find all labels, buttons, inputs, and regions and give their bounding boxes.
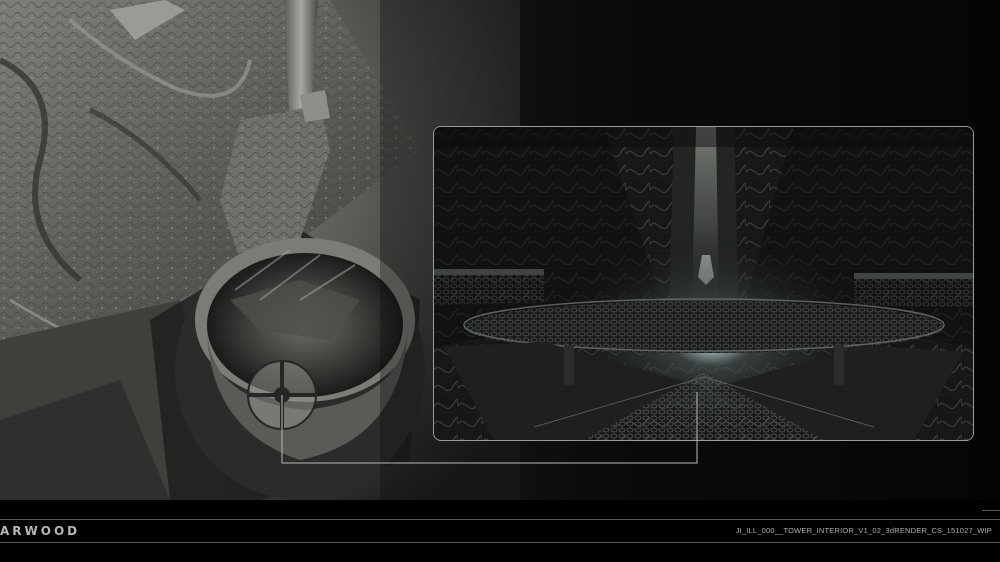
footer-short-rule (982, 510, 1000, 511)
footer-info-bar: ARWOOD JI_ILL_000__TOWER_INTERIOR_V1_02_… (0, 500, 1000, 562)
file-name-label: JI_ILL_000__TOWER_INTERIOR_V1_02_3dRENDE… (735, 526, 992, 535)
artwork-frame: ARWOOD JI_ILL_000__TOWER_INTERIOR_V1_02_… (0, 0, 1000, 562)
tower-interior-concept-painting (433, 126, 974, 441)
footer-bottom-rule (0, 542, 1000, 543)
studio-name: ARWOOD (0, 524, 81, 538)
footer-top-rule (0, 519, 1000, 520)
